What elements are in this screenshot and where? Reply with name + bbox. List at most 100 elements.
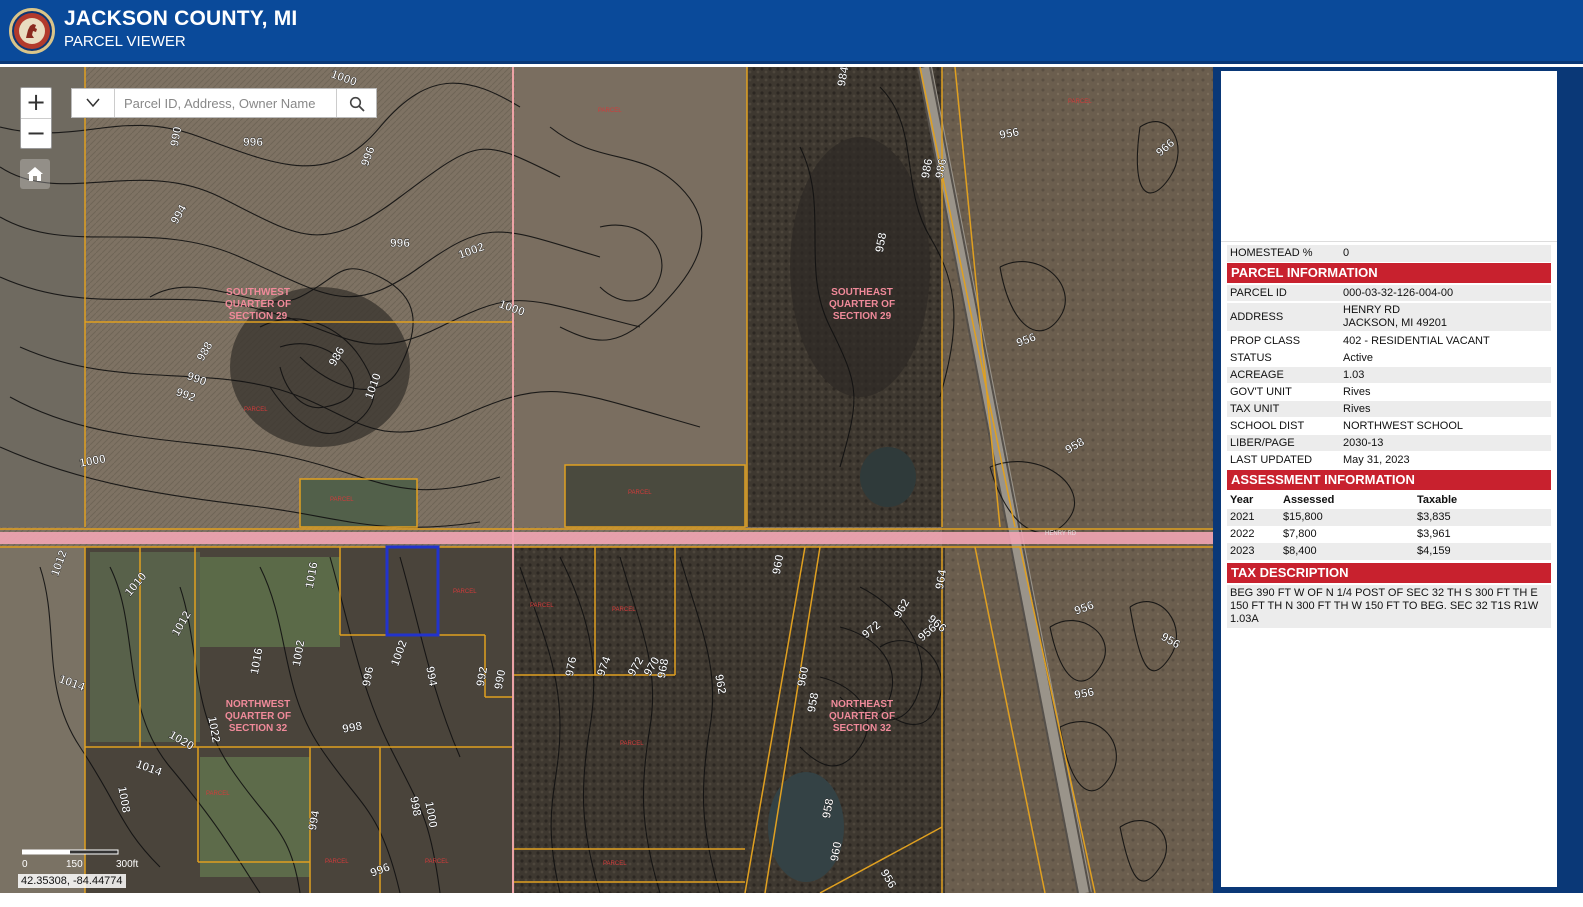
address-label: ADDRESS [1230, 311, 1284, 323]
liber-page-row: LIBER/PAGE 2030-13 [1227, 435, 1551, 451]
section-quarter-label: QUARTER OF [225, 711, 291, 722]
section-quarter-label: NORTHEAST [831, 699, 893, 710]
tax-unit-value: Rives [1343, 403, 1371, 415]
prop-class-label: PROP CLASS [1230, 335, 1301, 347]
status-label: STATUS [1230, 352, 1272, 364]
section-quarter-label: SECTION 32 [229, 723, 288, 734]
tax-unit-label: TAX UNIT [1230, 403, 1280, 415]
app-subtitle: PARCEL VIEWER [64, 33, 186, 50]
svg-text:PARCEL: PARCEL [603, 861, 627, 867]
svg-text:PARCEL: PARCEL [244, 407, 268, 413]
section-quarter-label: SECTION 29 [229, 311, 288, 322]
county-title: JACKSON COUNTY, MI [64, 7, 298, 30]
assessed-cell: $8,400 [1283, 545, 1317, 557]
svg-text:PARCEL: PARCEL [1068, 99, 1092, 105]
table-row: 2021 $15,800 $3,835 [1227, 509, 1551, 526]
search-button[interactable] [336, 89, 377, 117]
section-quarter-label: QUARTER OF [829, 711, 895, 722]
govt-unit-row: GOV'T UNIT Rives [1227, 384, 1551, 400]
liber-page-label: LIBER/PAGE [1230, 437, 1295, 449]
svg-text:PARCEL: PARCEL [530, 603, 554, 609]
table-row: 2022 $7,800 $3,961 [1227, 526, 1551, 543]
parcel-info-panel[interactable]: HOMESTEAD % 0 PARCEL INFORMATION PARCEL … [1221, 71, 1557, 887]
liber-page-value: 2030-13 [1343, 437, 1384, 449]
search-type-dropdown[interactable] [72, 89, 115, 117]
scale-bar-graphic [22, 849, 119, 855]
tax-unit-row: TAX UNIT Rives [1227, 401, 1551, 417]
taxable-cell: $4,159 [1417, 545, 1451, 557]
taxable-cell: $3,835 [1417, 511, 1451, 523]
scale-label-0: 0 [22, 859, 28, 870]
svg-text:PARCEL: PARCEL [325, 859, 349, 865]
acreage-label: ACREAGE [1230, 369, 1284, 381]
address-city: JACKSON, MI 49201 [1343, 317, 1447, 329]
panel-scroll-area [1221, 71, 1557, 242]
zoom-out-button[interactable]: − [21, 118, 51, 149]
svg-text:PARCEL: PARCEL [453, 589, 477, 595]
homestead-row: HOMESTEAD % 0 [1227, 245, 1551, 262]
acreage-value: 1.03 [1343, 369, 1365, 381]
govt-unit-value: Rives [1343, 386, 1371, 398]
zoom-in-button[interactable]: + [21, 88, 51, 118]
svg-text:PARCEL: PARCEL [598, 108, 622, 114]
prop-class-value: 402 - RESIDENTIAL VACANT [1343, 335, 1490, 347]
last-updated-label: LAST UPDATED [1230, 454, 1313, 466]
county-seal-logo [9, 8, 55, 54]
col-assessed: Assessed [1283, 494, 1335, 506]
status-value: Active [1343, 352, 1373, 364]
tax-description-header: TAX DESCRIPTION [1227, 563, 1551, 583]
year-cell: 2022 [1230, 528, 1255, 540]
homestead-label: HOMESTEAD % [1230, 247, 1313, 259]
year-cell: 2021 [1230, 511, 1255, 523]
search-input[interactable] [116, 90, 334, 116]
svg-text:PARCEL: PARCEL [330, 497, 354, 503]
section-quarter-label: QUARTER OF [829, 299, 895, 310]
svg-text:PARCEL: PARCEL [628, 490, 652, 496]
taxable-cell: $3,961 [1417, 528, 1451, 540]
homestead-value: 0 [1343, 247, 1350, 259]
scale-bar: 0 150 300ft [14, 846, 154, 872]
assessed-cell: $7,800 [1283, 528, 1317, 540]
search-icon [349, 96, 365, 112]
parcel-id-label: PARCEL ID [1230, 287, 1287, 299]
zoom-control: + − [20, 87, 52, 149]
section-quarter-label: SOUTHEAST [831, 287, 893, 298]
search-bar [71, 88, 377, 118]
chevron-down-icon [86, 98, 100, 108]
section-quarter-label: QUARTER OF [225, 299, 291, 310]
last-updated-value: May 31, 2023 [1343, 454, 1410, 466]
tax-description-text: BEG 390 FT W OF N 1/4 POST OF SEC 32 TH … [1227, 585, 1551, 628]
school-dist-label: SCHOOL DIST [1230, 420, 1305, 432]
contour-elevation-label: 996 [243, 135, 263, 149]
address-row: ADDRESS HENRY RD JACKSON, MI 49201 [1227, 303, 1551, 331]
henry-road [0, 532, 1213, 544]
assessment-table-header: Year Assessed Taxable [1227, 492, 1551, 509]
govt-unit-label: GOV'T UNIT [1230, 386, 1292, 398]
status-row: STATUS Active [1227, 350, 1551, 366]
scale-label-300: 300ft [116, 859, 139, 870]
address-street: HENRY RD [1343, 304, 1401, 316]
home-button[interactable] [20, 159, 50, 189]
section-quarter-label: SECTION 32 [833, 723, 892, 734]
svg-text:PARCEL: PARCEL [620, 741, 644, 747]
section-quarter-label: SOUTHWEST [226, 287, 290, 298]
home-icon [27, 167, 43, 181]
scale-label-150: 150 [66, 859, 83, 870]
horse-icon [19, 18, 45, 44]
school-dist-row: SCHOOL DIST NORTHWEST SCHOOL [1227, 418, 1551, 434]
svg-text:PARCEL: PARCEL [206, 791, 230, 797]
year-cell: 2023 [1230, 545, 1255, 557]
aerial-imagery: PARCEL PARCEL PARCEL PARCEL PARCEL PARCE… [0, 67, 1213, 893]
section-quarter-label: NORTHWEST [226, 699, 290, 710]
col-year: Year [1230, 494, 1254, 506]
last-updated-row: LAST UPDATED May 31, 2023 [1227, 452, 1551, 468]
cursor-coordinates: 42.35308, -84.44774 [18, 874, 126, 888]
col-taxable: Taxable [1417, 494, 1458, 506]
map-canvas[interactable]: PARCEL PARCEL PARCEL PARCEL PARCEL PARCE… [0, 67, 1213, 893]
table-row: 2023 $8,400 $4,159 [1227, 543, 1551, 560]
acreage-row: ACREAGE 1.03 [1227, 367, 1551, 383]
prop-class-row: PROP CLASS 402 - RESIDENTIAL VACANT [1227, 333, 1551, 349]
assessed-cell: $15,800 [1283, 511, 1323, 523]
svg-text:PARCEL: PARCEL [612, 607, 636, 613]
road-label: HENRY RD [1045, 531, 1077, 537]
